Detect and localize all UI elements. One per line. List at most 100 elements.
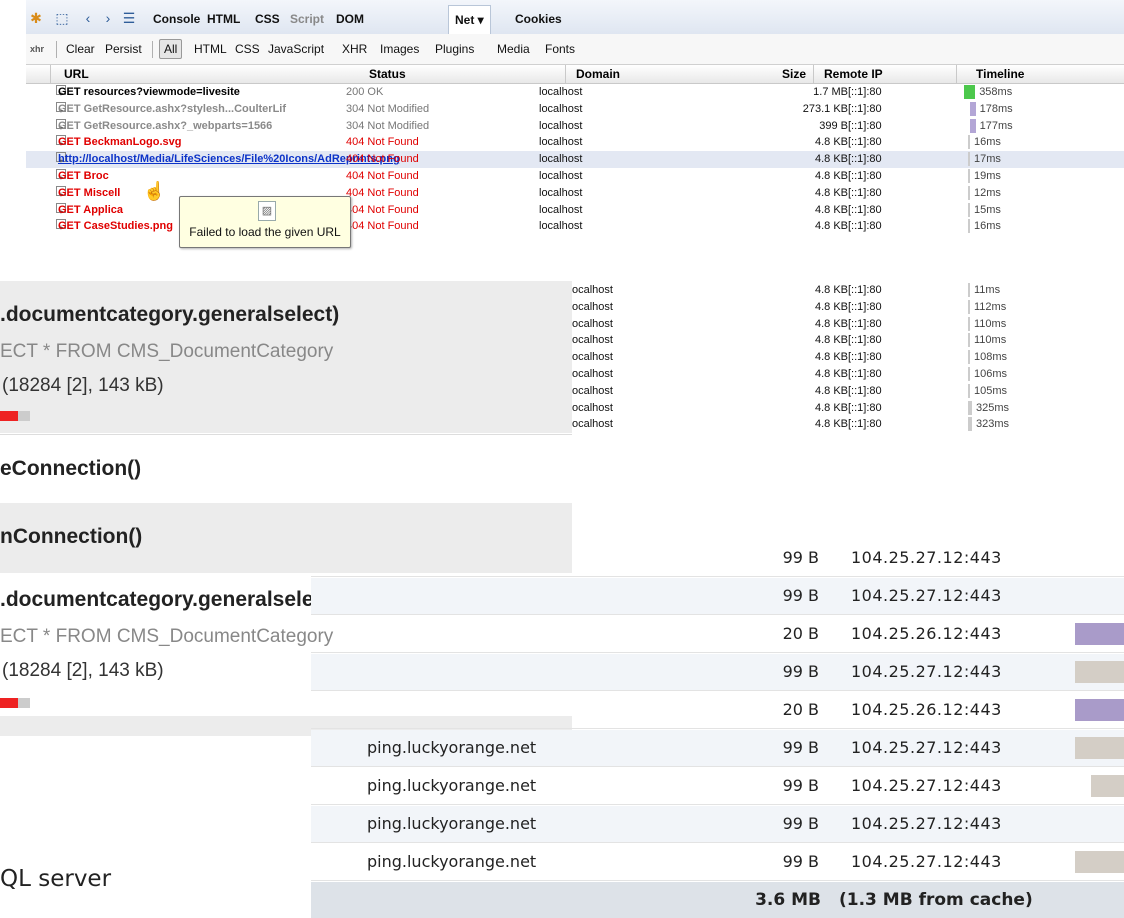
table-row[interactable]: + GET GetResource.ashx?stylesh...CoulterL… [26,101,1124,118]
table-row[interactable]: ocalhost 4.8 KB [::1]:80 108ms [572,349,1124,366]
request-url: GET resources?viewmode=livesite [58,86,240,98]
timeline-bar [970,118,976,133]
error-tooltip: ▨ Failed to load the given URL [179,196,351,248]
table-row[interactable]: 20 B 104.25.26.12:443 [311,692,1124,729]
back-icon[interactable]: ‹ [78,9,98,27]
table-row[interactable]: 99 B 104.25.27.12:443 [311,540,1124,577]
table-row[interactable]: ping.luckyorange.net 99 B 104.25.27.12:443 [311,768,1124,805]
firebug-icon[interactable]: ✱ [26,9,46,27]
request-size: 4.8 KB [814,418,848,431]
request-size: 20 B [782,624,819,643]
request-remote-ip: [::1]:80 [848,384,882,397]
table-row[interactable]: ocalhost 4.8 KB [::1]:80 11ms [572,282,1124,299]
column-size[interactable]: Size [782,67,806,81]
tab-console[interactable]: Console [153,9,200,29]
table-row[interactable]: ocalhost 4.8 KB [::1]:80 110ms [572,316,1124,333]
request-status: 404 Not Found [346,136,419,149]
request-remote-ip: [::1]:80 [848,317,882,330]
timeline-duration: 178ms [979,102,1013,115]
network-summary-bar: 3.6 MB (1.3 MB from cache) [311,882,1124,918]
tab-cookies[interactable]: Cookies [515,9,562,29]
clear-button[interactable]: Clear [66,41,95,57]
column-status[interactable]: Status [369,67,406,81]
column-domain[interactable]: Domain [576,67,620,81]
table-row[interactable]: 99 B 104.25.27.12:443 [311,654,1124,691]
table-row[interactable]: ocalhost 4.8 KB [::1]:80 323ms [572,416,1124,433]
request-domain: localhost [539,136,583,149]
net-request-list-continued: ocalhost 4.8 KB [::1]:80 11ms ocalhost 4.8 KB… [572,282,1124,452]
forward-icon[interactable]: › [98,9,118,27]
broken-image-icon: ▨ [258,201,276,221]
filter-fonts[interactable]: Fonts [545,41,575,57]
request-url: GET GetResource.ashx?stylesh...CoulterLi… [58,102,287,115]
timeline-bar [968,135,970,150]
request-remote-ip: [::1]:80 [848,368,882,380]
timeline-duration: 325ms [976,401,1010,414]
timeline-bar [968,350,970,365]
request-domain: localhost [539,119,583,132]
filter-images[interactable]: Images [380,41,419,57]
table-row[interactable]: + GET resources?viewmode=livesite 200 OK lo… [26,84,1124,101]
tab-net[interactable]: Net ▾ [448,5,491,34]
request-remote-address: 104.25.27.12:443 [851,776,1002,795]
table-row[interactable]: ocalhost 4.8 KB [::1]:80 106ms [572,366,1124,383]
request-size: 4.8 KB [814,186,848,199]
command-line-icon[interactable]: ☰ [119,9,139,27]
tab-dom[interactable]: DOM [336,9,364,29]
tab-html[interactable]: HTML [207,9,240,29]
request-status: 404 Not Found [346,203,419,216]
request-size: 4.8 KB [814,300,848,313]
table-row[interactable]: + GET GetResource.ashx?_webparts=1566 304 … [26,118,1124,135]
request-remote-address: 104.25.26.12:443 [851,700,1002,719]
table-row[interactable]: ping.luckyorange.net 99 B 104.25.27.12:443 [311,730,1124,767]
timeline-bar [968,168,970,183]
request-remote-ip: [::1]:80 [848,284,882,296]
timeline-duration: 12ms [974,186,1001,199]
timeline-duration: 17ms [974,153,1001,166]
persist-button[interactable]: Persist [105,41,142,57]
sql-query-text: ECT * FROM CMS_DocumentCategory [0,626,334,647]
tab-script[interactable]: Script [290,9,324,29]
filter-media[interactable]: Media [497,41,530,57]
column-url[interactable]: URL [64,67,89,81]
timeline-bar [968,400,972,415]
request-remote-ip: [::1]:80 [848,334,882,347]
table-row[interactable]: ocalhost 4.8 KB [::1]:80 105ms [572,383,1124,400]
request-size: 4.8 KB [814,136,848,149]
request-domain: localhost [539,186,583,199]
table-row[interactable]: + http://localhost/Media/LifeSciences/Fil… [26,151,1124,168]
filter-all[interactable]: All [159,39,183,59]
request-domain: localhost [539,220,583,233]
sql-query-block: .documentcategory.generalselect) ECT * F… [0,281,572,433]
table-row[interactable]: 20 B 104.25.26.12:443 [311,616,1124,653]
filter-plugins[interactable]: Plugins [435,41,474,57]
filter-xhr[interactable]: XHR [342,41,367,57]
column-timeline[interactable]: Timeline [976,67,1024,81]
request-domain: localhost [539,169,583,182]
request-remote-ip: [::1]:80 [848,401,882,414]
column-remote-ip[interactable]: Remote IP [824,67,883,81]
timeline-bar [968,152,970,167]
inspect-icon[interactable]: ⬚ [52,9,72,27]
table-row[interactable]: ocalhost 4.8 KB [::1]:80 110ms [572,332,1124,349]
table-row[interactable]: + GET Broc 404 Not Found localhost 4.8 KB [::… [26,168,1124,185]
request-size: 4.8 KB [814,351,848,364]
waterfall-bar [1075,737,1124,759]
tab-css[interactable]: CSS [255,9,280,29]
table-row[interactable]: ocalhost 4.8 KB [::1]:80 112ms [572,299,1124,316]
request-size: 99 B [782,738,819,757]
table-row[interactable]: ping.luckyorange.net 99 B 104.25.27.12:443 [311,806,1124,843]
tooltip-text: Failed to load the given URL [189,225,341,239]
toolbar-separator [152,41,153,58]
table-row[interactable]: + GET BeckmanLogo.svg 404 Not Found localho… [26,134,1124,151]
request-remote-ip: [::1]:80 [848,119,882,132]
xhr-breakpoint-icon[interactable]: xhr [30,41,44,57]
table-row[interactable]: 99 B 104.25.27.12:443 [311,578,1124,615]
table-row[interactable]: ocalhost 4.8 KB [::1]:80 325ms [572,400,1124,417]
filter-css[interactable]: CSS [235,41,260,57]
request-size: 1.7 MB [813,86,848,98]
chrome-network-panel: 99 B 104.25.27.12:443 99 B 104.25.27.12:443… [311,540,1124,918]
table-row[interactable]: ping.luckyorange.net 99 B 104.25.27.12:443 [311,844,1124,881]
filter-javascript[interactable]: JavaScript [268,41,324,57]
filter-html[interactable]: HTML [194,41,227,57]
